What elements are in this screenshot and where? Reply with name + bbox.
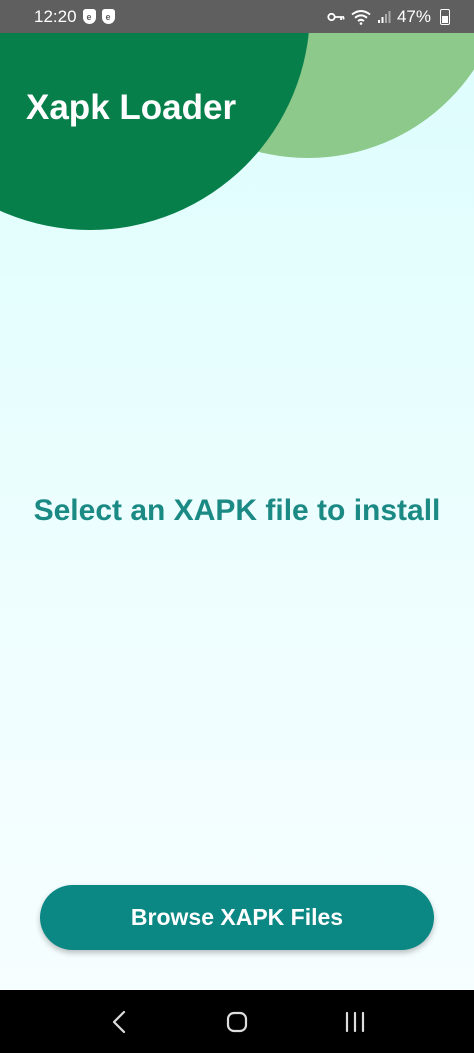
battery-icon [440, 8, 450, 25]
app-screen: 12:20 e e 47% Xapk Loader Select an XAPK… [0, 0, 474, 1053]
browse-xapk-button[interactable]: Browse XAPK Files [40, 885, 434, 950]
shield-icon: e [101, 9, 115, 24]
status-left: 12:20 e e [34, 7, 115, 27]
shield-icon: e [82, 9, 96, 24]
back-icon[interactable] [99, 1002, 139, 1042]
app-title: Xapk Loader [26, 88, 237, 127]
wifi-icon [351, 9, 371, 25]
key-icon [327, 11, 345, 23]
system-navigation-bar [0, 990, 474, 1053]
select-file-prompt: Select an XAPK file to install [33, 494, 441, 527]
status-right: 47% [327, 7, 450, 27]
home-icon[interactable] [217, 1002, 257, 1042]
status-time: 12:20 [34, 6, 77, 26]
status-bar: 12:20 e e 47% [0, 0, 474, 33]
battery-level: 47% [396, 6, 431, 26]
signal-icon [377, 10, 391, 24]
recents-icon[interactable] [335, 1002, 375, 1042]
